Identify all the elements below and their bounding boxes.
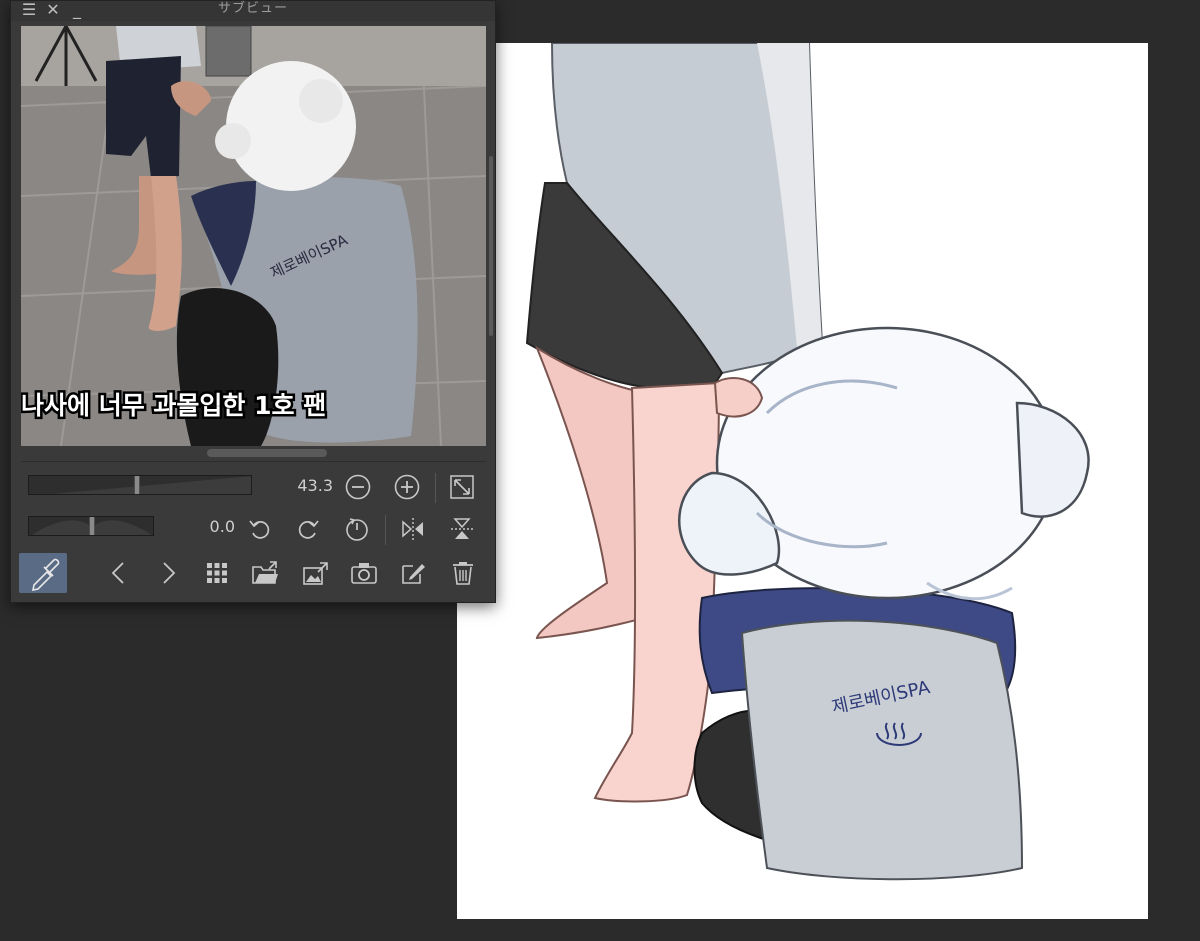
rotation-slider[interactable] — [28, 516, 154, 536]
open-image-button[interactable] — [251, 559, 279, 587]
flip-horizontal-icon — [402, 518, 423, 540]
flip-vertical-button[interactable] — [448, 515, 476, 543]
vertical-scroll-thumb[interactable] — [489, 156, 493, 336]
previous-icon — [111, 562, 124, 584]
reference-image-viewport[interactable]: 제로베이SPA 나사에 너무 과몰입한 1호 팬 — [21, 26, 486, 446]
previous-button[interactable] — [105, 559, 133, 587]
fit-to-view-button[interactable] — [448, 473, 476, 501]
horizontal-scroll-thumb[interactable] — [207, 449, 327, 457]
image-list-button[interactable] — [203, 559, 231, 587]
artwork: 제로베이SPA — [525, 43, 1090, 881]
vertical-scrollbar[interactable] — [488, 26, 494, 446]
edit-icon — [402, 564, 425, 584]
rotation-slider-knob[interactable] — [89, 517, 95, 535]
rotate-right-icon — [298, 520, 319, 539]
delete-button[interactable] — [449, 559, 477, 587]
divider — [21, 461, 486, 462]
rotate-left-button[interactable] — [246, 515, 274, 543]
reference-photo: 제로베이SPA 나사에 너무 과몰입한 1호 팬 — [21, 26, 486, 446]
reset-rotation-icon — [346, 518, 368, 541]
sub-view-panel: ☰ ✕ _ サブビュー 제로베이SPA 나사에 너무 과몰입한 1호 팬 43.… — [10, 0, 496, 603]
fit-view-icon — [450, 475, 474, 499]
minus-circle-icon — [345, 474, 371, 500]
rotation-value: 0.0 — [209, 517, 235, 536]
flip-vertical-icon — [451, 518, 473, 539]
drawing-canvas[interactable]: 제로베이SPA — [457, 43, 1148, 919]
import-icon — [303, 562, 328, 585]
flip-horizontal-button[interactable] — [399, 515, 427, 543]
next-icon — [163, 562, 176, 584]
title-bar[interactable]: ☰ ✕ _ サブビュー — [11, 1, 495, 21]
next-button[interactable] — [154, 559, 182, 587]
eyedropper-icon — [31, 558, 60, 592]
capture-button[interactable] — [350, 559, 378, 587]
zoom-value: 43.3 — [297, 476, 333, 495]
open-folder-icon — [252, 561, 278, 584]
sub-view-toolbar — [11, 551, 495, 595]
camera-icon — [351, 563, 377, 584]
grid-icon — [207, 563, 227, 583]
reset-rotation-button[interactable] — [343, 515, 371, 543]
reference-caption: 나사에 너무 과몰입한 1호 팬 — [21, 391, 326, 420]
zoom-in-button[interactable] — [393, 473, 421, 501]
import-button[interactable] — [302, 559, 330, 587]
trash-icon — [453, 562, 473, 585]
horizontal-scrollbar[interactable] — [21, 448, 486, 458]
zoom-slider[interactable] — [28, 475, 252, 495]
window-title: サブビュー — [217, 1, 288, 16]
eyedropper-button[interactable] — [19, 553, 67, 593]
navigator-controls: 43.3 0.0 — [11, 463, 495, 603]
zoom-slider-knob[interactable] — [134, 476, 140, 494]
rotate-right-button[interactable] — [294, 515, 322, 543]
plus-circle-icon — [394, 474, 420, 500]
rotate-left-icon — [249, 520, 270, 539]
zoom-out-button[interactable] — [344, 473, 372, 501]
edit-button[interactable] — [399, 559, 427, 587]
